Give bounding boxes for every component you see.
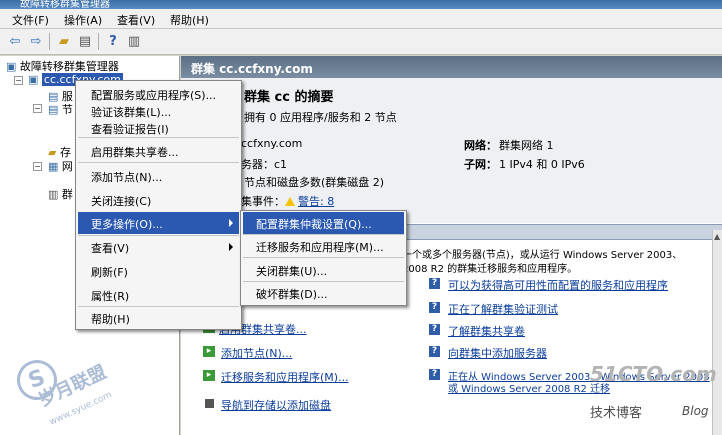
help-link-validation[interactable]: 正在了解群集验证测试 [448,301,558,317]
up-folder-icon[interactable]: ▰ [55,33,73,50]
menu-separator [78,162,239,163]
toolbar-separator [98,33,99,50]
title-bar: 故障转移群集管理器 [0,0,722,9]
submenu-item-quorum[interactable]: 配置群集仲裁设置(Q)... [243,212,404,234]
menu-bar: 文件(F) 操作(A) 查看(V) 帮助(H) [0,9,722,29]
help-icon[interactable]: ? [104,33,122,50]
collapse-icon[interactable]: − [33,104,42,113]
summary-title: 群集 cc 的摘要 [244,90,334,105]
events-label: 集事件： 警告: 8 [241,195,335,208]
summary-panel: 群集 cc 的摘要 拥有 0 应用程序/服务和 2 节点 ccfxny.com … [181,78,722,223]
warning-icon [285,197,295,206]
right-watermark: 51CTO.com 技术博客 Blog [588,362,722,432]
submenu-item-shutdown[interactable]: 关闭群集(U)... [243,259,404,281]
cluster-icon: ▣ [28,73,39,86]
scroll-up-icon[interactable]: ▲ [714,232,720,241]
help-link-shared-volumes[interactable]: 了解群集共享卷 [448,323,525,339]
show-hide-tree-icon[interactable]: ▤ [76,33,94,50]
submenu-arrow-icon [229,243,233,251]
help-topic-icon: ? [429,369,440,380]
menu-item-close-connection[interactable]: 关闭连接(C) [78,189,239,211]
help-link-add-server[interactable]: 向群集中添加服务器 [448,345,547,361]
watermark-brand: 51CTO.com [590,362,717,386]
help-link-services[interactable]: 可以为获得高可用性而配置的服务和应用程序 [448,277,668,293]
submenu-item-destroy[interactable]: 破坏群集(D)... [243,282,404,304]
add-node-link[interactable]: 添加节点(N)... [221,345,292,361]
tree-item-networks[interactable]: ▦ 网 [48,158,73,174]
menu-item-enable-csv[interactable]: 启用群集共享卷... [78,140,239,162]
description-line-1: 一个或多个服务器(节点)，或从运行 Windows Server 2003、 [402,250,683,261]
migrate-icon: ▸ [203,370,215,381]
cluster-name-value: ccfxny.com [241,137,303,150]
tree-item-events[interactable]: ▥ 群 [48,186,73,202]
tree-item-nodes[interactable]: ▤ 节 [48,101,73,117]
menu-item-view-report[interactable]: 查看验证报告(I) [78,117,239,139]
events-icon: ▥ [48,188,59,201]
menu-view[interactable]: 查看(V) [117,12,155,28]
help-topic-icon: ? [429,278,440,289]
submenu-item-migrate[interactable]: 迁移服务和应用程序(M)... [243,235,404,257]
menu-help[interactable]: 帮助(H) [170,12,209,28]
menu-item-more-actions[interactable]: 更多操作(O)... [78,212,239,234]
watermark-subtitle: 技术博客 [590,406,643,421]
submenu-arrow-icon [229,219,233,227]
watermark-blog: Blog [682,404,709,418]
menu-item-add-node[interactable]: 添加节点(N)... [78,165,239,187]
summary-subtitle: 拥有 0 应用程序/服务和 2 节点 [244,111,397,124]
back-icon[interactable]: ⇦ [6,33,24,50]
action-pane-icon[interactable]: ▥ [125,33,143,50]
help-topic-icon: ? [429,324,440,335]
nodes-icon: ▤ [48,103,59,116]
menu-separator [243,257,404,258]
network-value: 群集网络 1 [499,139,554,152]
menu-item-properties[interactable]: 属性(R) [78,284,239,306]
menu-file[interactable]: 文件(F) [12,12,49,28]
toolbar-separator [49,33,50,50]
navigate-storage-link[interactable]: 导航到存储以添加磁盘 [221,397,331,413]
collapse-icon[interactable]: − [33,162,42,171]
networks-icon: ▦ [48,160,59,173]
warnings-link[interactable]: 警告: 8 [298,195,334,208]
add-node-icon: ▸ [203,346,215,357]
cluster-manager-icon: ▣ [6,60,17,73]
collapse-icon[interactable]: − [14,76,23,85]
window-title: 故障转移群集管理器 [20,0,110,9]
subnet-label: 子网： [464,158,497,171]
menu-action[interactable]: 操作(A) [64,12,102,28]
server-label: 务器：c1 [241,158,288,171]
storage-nav-icon [205,399,214,408]
help-topic-icon: ? [429,302,440,313]
menu-item-view[interactable]: 查看(V) [78,236,239,258]
help-topic-icon: ? [429,346,440,357]
subnet-value: 1 IPv4 和 0 IPv6 [499,158,585,171]
forward-icon[interactable]: ⇨ [27,33,45,50]
tree-root[interactable]: ▣ 故障转移群集管理器 [6,58,119,74]
left-watermark: S 岁月联盟 www.syue.com [2,332,137,432]
toolbar: ⇦ ⇨ ▰ ▤ ? ▥ [0,29,722,55]
migrate-services-link[interactable]: 迁移服务和应用程序(M)... [221,369,349,385]
main-header: 群集 cc.ccfxny.com [181,56,722,78]
menu-item-refresh[interactable]: 刷新(F) [78,260,239,282]
context-menu: 配置服务或应用程序(S)... 验证该群集(L)... 查看验证报告(I) 启用… [75,80,242,330]
help-link-migrate-cont[interactable]: 或 Windows Server 2008 R2 迁移 [448,380,610,395]
more-actions-submenu: 配置群集仲裁设置(Q)... 迁移服务和应用程序(M)... 关闭群集(U)..… [240,210,407,306]
menu-item-help[interactable]: 帮助(H) [78,307,239,329]
network-label: 网络： [464,139,497,152]
description-line-2: 2008 R2 的群集迁移服务和应用程序。 [402,264,578,275]
quorum-value: 节点和磁盘多数(群集磁盘 2) [244,176,385,189]
menu-separator [78,137,239,138]
